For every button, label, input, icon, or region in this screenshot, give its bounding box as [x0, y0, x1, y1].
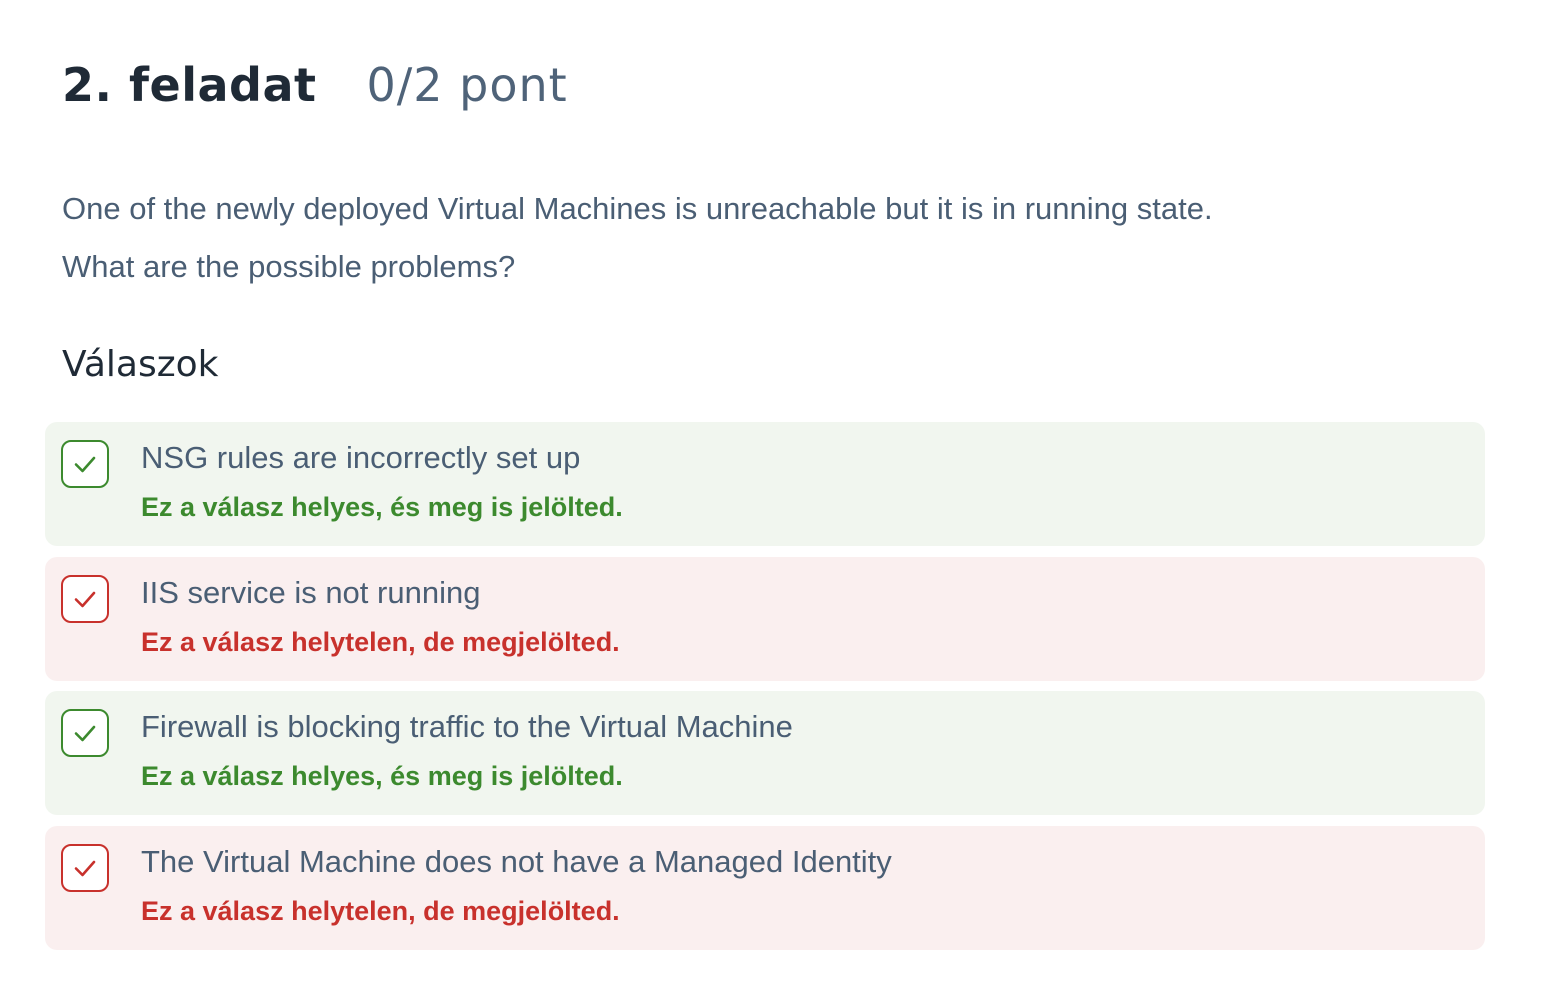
answer-text: Firewall is blocking traffic to the Virt…: [141, 709, 793, 744]
checkmark-icon: [74, 591, 96, 607]
task-title: 2. feladat: [62, 58, 317, 112]
task-header: 2. feladat 0/2 pont: [62, 58, 568, 122]
answer-text: NSG rules are incorrectly set up: [141, 440, 581, 475]
answer-text: IIS service is not running: [141, 574, 481, 610]
answer-feedback: Ez a válasz helytelen, de megjelölted.: [141, 626, 620, 657]
answers-heading: Válaszok: [62, 344, 219, 385]
answer-checkbox[interactable]: [61, 709, 109, 757]
answer-option: The Virtual Machine does not have a Mana…: [45, 825, 1485, 950]
answer-text: The Virtual Machine does not have a Mana…: [141, 843, 892, 879]
question-line: One of the newly deployed Virtual Machin…: [62, 191, 1213, 226]
answer-option: NSG rules are incorrectly set up Ez a vá…: [45, 422, 1485, 546]
answer-feedback: Ez a válasz helyes, és meg is jelölted.: [141, 492, 623, 522]
quiz-result-page: 2. feladat 0/2 pont One of the newly dep…: [0, 0, 1542, 990]
answer-feedback: Ez a válasz helyes, és meg is jelölted.: [141, 761, 623, 791]
question-text: One of the newly deployed Virtual Machin…: [62, 180, 1213, 296]
answer-feedback: Ez a válasz helytelen, de megjelölted.: [141, 895, 620, 926]
answer-checkbox[interactable]: [61, 574, 109, 623]
answer-checkbox[interactable]: [61, 843, 109, 892]
checkmark-icon: [74, 456, 96, 473]
answer-option: Firewall is blocking traffic to the Virt…: [45, 691, 1485, 815]
task-points: 0/2 pont: [366, 58, 568, 112]
answer-checkbox[interactable]: [61, 440, 109, 488]
answer-option: IIS service is not running Ez a válasz h…: [45, 556, 1485, 681]
question-line: What are the possible problems?: [62, 249, 516, 284]
answer-list: NSG rules are incorrectly set up Ez a vá…: [45, 422, 1485, 960]
checkmark-icon: [74, 725, 96, 742]
checkmark-icon: [74, 860, 96, 876]
